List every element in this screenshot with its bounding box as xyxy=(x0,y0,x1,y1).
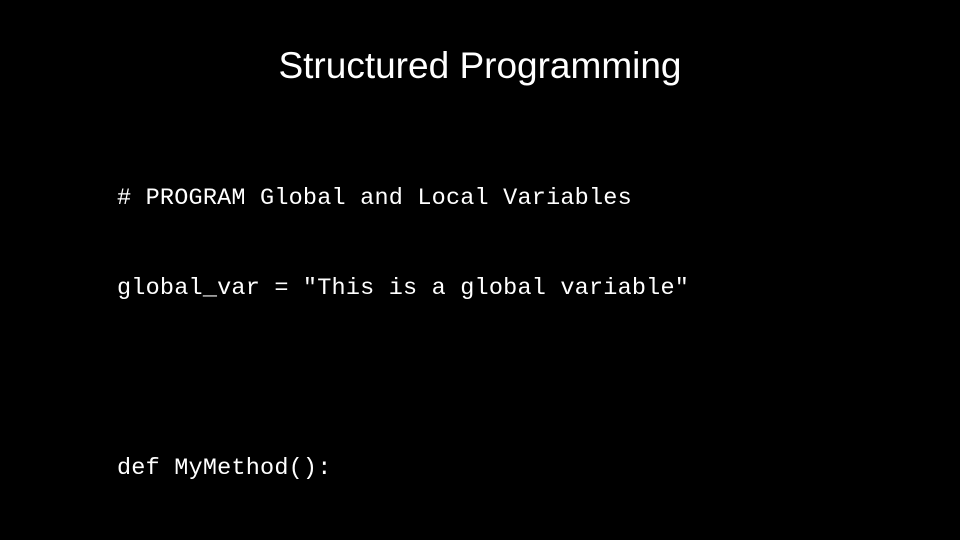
code-block: # PROGRAM Global and Local Variables glo… xyxy=(117,124,937,540)
code-line: # PROGRAM Global and Local Variables xyxy=(117,185,632,212)
slide-canvas: Structured Programming # PROGRAM Global … xyxy=(0,0,960,540)
page-title: Structured Programming xyxy=(278,45,682,86)
code-line: global_var = "This is a global variable" xyxy=(117,275,690,302)
code-line: def MyMethod(): xyxy=(117,455,332,482)
